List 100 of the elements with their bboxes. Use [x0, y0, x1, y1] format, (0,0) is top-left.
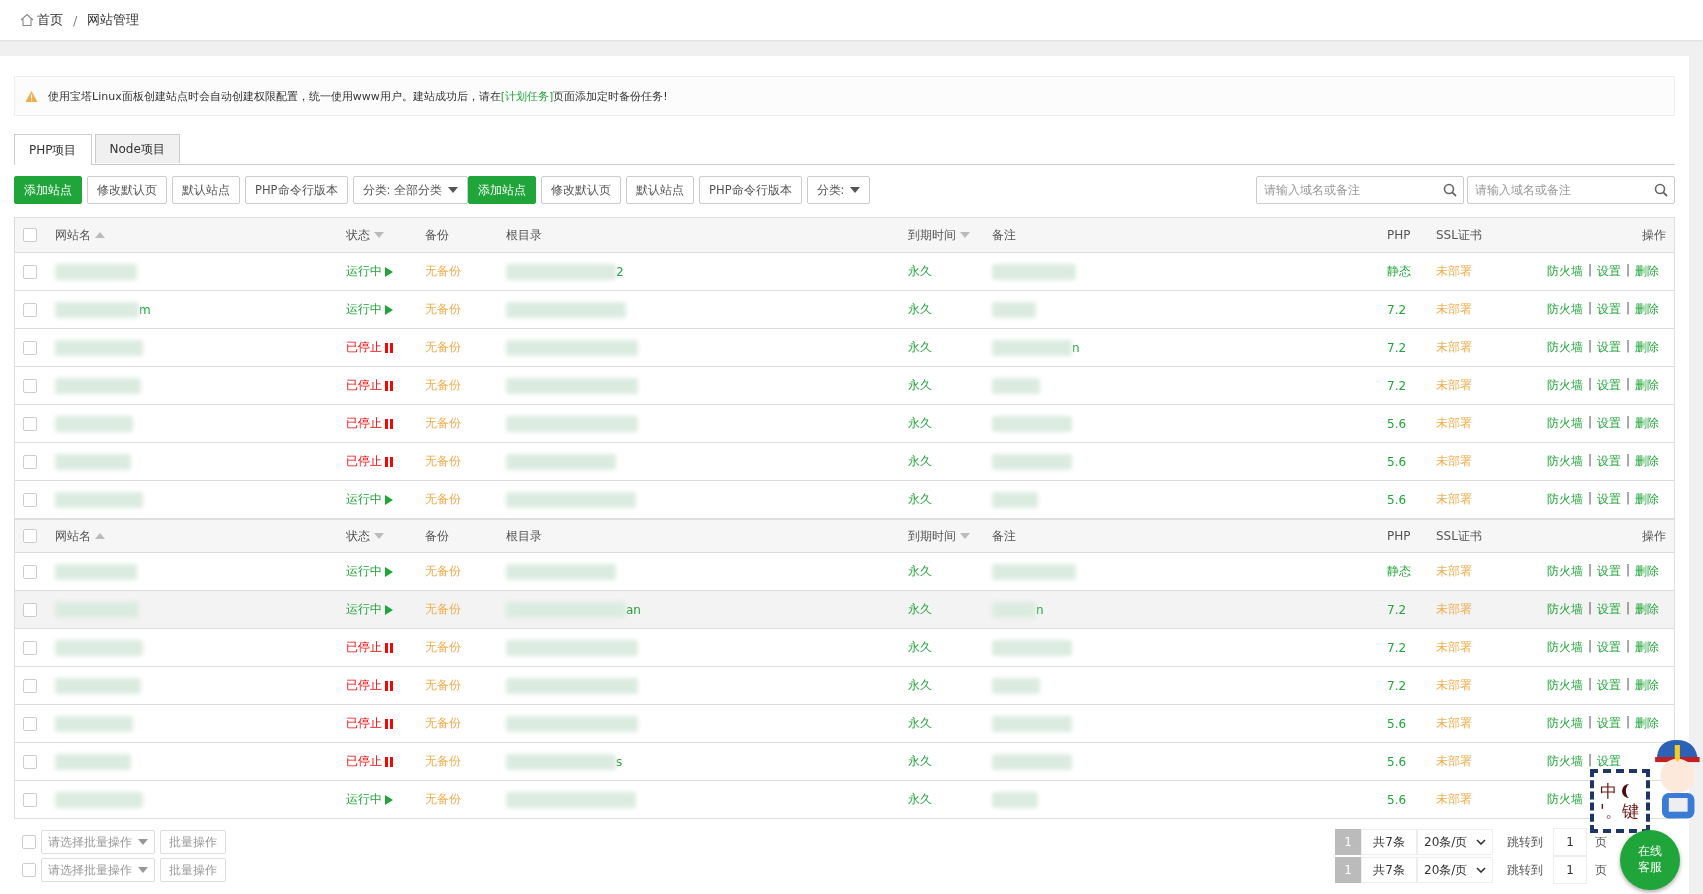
- action-link[interactable]: 删除: [1635, 601, 1660, 618]
- php-version-link[interactable]: 7.2: [1387, 340, 1407, 355]
- row-checkbox[interactable]: [23, 564, 37, 579]
- status-link[interactable]: 已停止: [346, 453, 425, 470]
- backup-link[interactable]: 无备份: [425, 302, 461, 316]
- highlighted-row[interactable]: 运行中 无备份 an 永久 n 7.2 未部署 防火墙 | 设置 | 删除: [15, 590, 1674, 628]
- column-header[interactable]: 状态: [346, 527, 370, 545]
- backup-link[interactable]: 无备份: [425, 454, 461, 468]
- action-link[interactable]: 删除: [1635, 715, 1660, 732]
- action-link[interactable]: 删除: [1635, 339, 1660, 356]
- ssl-link[interactable]: 未部署: [1436, 492, 1472, 506]
- php-version-link[interactable]: 5.6: [1387, 716, 1407, 731]
- row-checkbox[interactable]: [23, 454, 37, 469]
- column-header[interactable]: 备份: [425, 226, 449, 244]
- row-checkbox[interactable]: [23, 640, 37, 655]
- row-checkbox[interactable]: [23, 602, 37, 617]
- ssl-link[interactable]: 未部署: [1436, 640, 1472, 654]
- expiry-link[interactable]: 永久: [908, 378, 932, 392]
- column-header[interactable]: PHP: [1387, 529, 1411, 543]
- backup-link[interactable]: 无备份: [425, 340, 461, 354]
- column-header[interactable]: SSL证书: [1436, 226, 1482, 244]
- ssl-link[interactable]: 未部署: [1436, 264, 1472, 278]
- toolbar-button[interactable]: 修改默认页: [541, 176, 622, 204]
- project-tab[interactable]: PHP项目: [14, 134, 92, 165]
- expiry-link[interactable]: 永久: [908, 492, 932, 506]
- action-link[interactable]: 防火墙: [1547, 453, 1583, 470]
- ssl-link[interactable]: 未部署: [1436, 454, 1472, 468]
- action-link[interactable]: 删除: [1635, 491, 1660, 508]
- action-link[interactable]: 防火墙: [1547, 639, 1583, 656]
- action-link[interactable]: 删除: [1635, 563, 1660, 580]
- action-link[interactable]: 防火墙: [1547, 491, 1583, 508]
- breadcrumb-link[interactable]: 网站管理: [87, 11, 140, 29]
- column-header[interactable]: PHP: [1387, 228, 1411, 242]
- expiry-link[interactable]: 永久: [908, 454, 932, 468]
- expiry-link[interactable]: 永久: [908, 416, 932, 430]
- ssl-link[interactable]: 未部署: [1436, 302, 1472, 316]
- php-version-link[interactable]: 7.2: [1387, 640, 1407, 655]
- ssl-link[interactable]: 未部署: [1436, 340, 1472, 354]
- expiry-link[interactable]: 永久: [908, 640, 932, 654]
- action-link[interactable]: 防火墙: [1547, 301, 1583, 318]
- backup-link[interactable]: 无备份: [425, 264, 461, 278]
- toolbar-button[interactable]: PHP命令行版本: [699, 176, 802, 204]
- action-link[interactable]: 防火墙: [1547, 677, 1583, 694]
- status-link[interactable]: 运行中: [346, 491, 425, 508]
- status-link[interactable]: 运行中: [346, 791, 425, 808]
- expiry-link[interactable]: 永久: [908, 792, 932, 806]
- column-header[interactable]: 网站名: [55, 527, 91, 545]
- ssl-link[interactable]: 未部署: [1436, 564, 1472, 578]
- column-header[interactable]: 网站名: [55, 226, 91, 244]
- row-checkbox[interactable]: [23, 678, 37, 693]
- action-link[interactable]: 防火墙: [1547, 377, 1583, 394]
- action-link[interactable]: 防火墙: [1547, 415, 1583, 432]
- project-tab[interactable]: Node项目: [94, 134, 180, 163]
- action-link[interactable]: 删除: [1635, 377, 1660, 394]
- expiry-link[interactable]: 永久: [908, 340, 932, 354]
- action-link[interactable]: 设置: [1597, 263, 1622, 280]
- column-header[interactable]: 操作: [1642, 226, 1666, 244]
- mascot-card[interactable]: 中 '。键: [1590, 769, 1650, 833]
- column-header[interactable]: 根目录: [506, 226, 542, 244]
- action-link[interactable]: 设置: [1597, 639, 1622, 656]
- column-header[interactable]: 备份: [425, 527, 449, 545]
- search-field[interactable]: 请输入域名或备注: [1467, 176, 1675, 204]
- status-link[interactable]: 运行中: [346, 601, 425, 618]
- status-link[interactable]: 已停止: [346, 753, 425, 770]
- backup-link[interactable]: 无备份: [425, 564, 461, 578]
- category-dropdown[interactable]: 分类: 全部分类: [352, 176, 469, 204]
- action-link[interactable]: 防火墙: [1547, 791, 1583, 808]
- backup-link[interactable]: 无备份: [425, 792, 461, 806]
- status-link[interactable]: 运行中: [346, 301, 425, 318]
- action-link[interactable]: 设置: [1597, 563, 1622, 580]
- action-link[interactable]: 设置: [1597, 491, 1622, 508]
- batch-checkbox[interactable]: [22, 863, 36, 877]
- batch-button[interactable]: 批量操作: [160, 830, 226, 854]
- row-checkbox[interactable]: [23, 792, 37, 807]
- batch-button[interactable]: 批量操作: [160, 858, 226, 882]
- toolbar-button[interactable]: PHP命令行版本: [245, 176, 348, 204]
- action-link[interactable]: 设置: [1597, 339, 1622, 356]
- php-version-link[interactable]: 7.2: [1387, 302, 1407, 317]
- column-header[interactable]: 操作: [1642, 527, 1666, 545]
- action-link[interactable]: 设置: [1597, 601, 1622, 618]
- toolbar-button[interactable]: 默认站点: [172, 176, 240, 204]
- expiry-link[interactable]: 永久: [908, 678, 932, 692]
- backup-link[interactable]: 无备份: [425, 754, 461, 768]
- column-header[interactable]: SSL证书: [1436, 527, 1482, 545]
- column-header[interactable]: 到期时间: [908, 527, 956, 545]
- row-checkbox[interactable]: [23, 492, 37, 507]
- page-input[interactable]: 1: [1553, 856, 1587, 884]
- status-link[interactable]: 运行中: [346, 563, 425, 580]
- action-link[interactable]: 设置: [1597, 453, 1622, 470]
- select-all-checkbox[interactable]: [23, 529, 37, 543]
- php-version-link[interactable]: 5.6: [1387, 416, 1407, 431]
- select-all-checkbox[interactable]: [23, 228, 37, 242]
- row-checkbox[interactable]: [23, 754, 37, 769]
- action-link[interactable]: 设置: [1597, 677, 1622, 694]
- batch-checkbox[interactable]: [22, 835, 36, 849]
- scheduled-task-link[interactable]: [计划任务]: [500, 89, 554, 103]
- category-dropdown[interactable]: 分类:: [806, 176, 871, 204]
- expiry-link[interactable]: 永久: [908, 602, 932, 616]
- row-checkbox[interactable]: [23, 340, 37, 355]
- current-page[interactable]: 1: [1335, 829, 1361, 855]
